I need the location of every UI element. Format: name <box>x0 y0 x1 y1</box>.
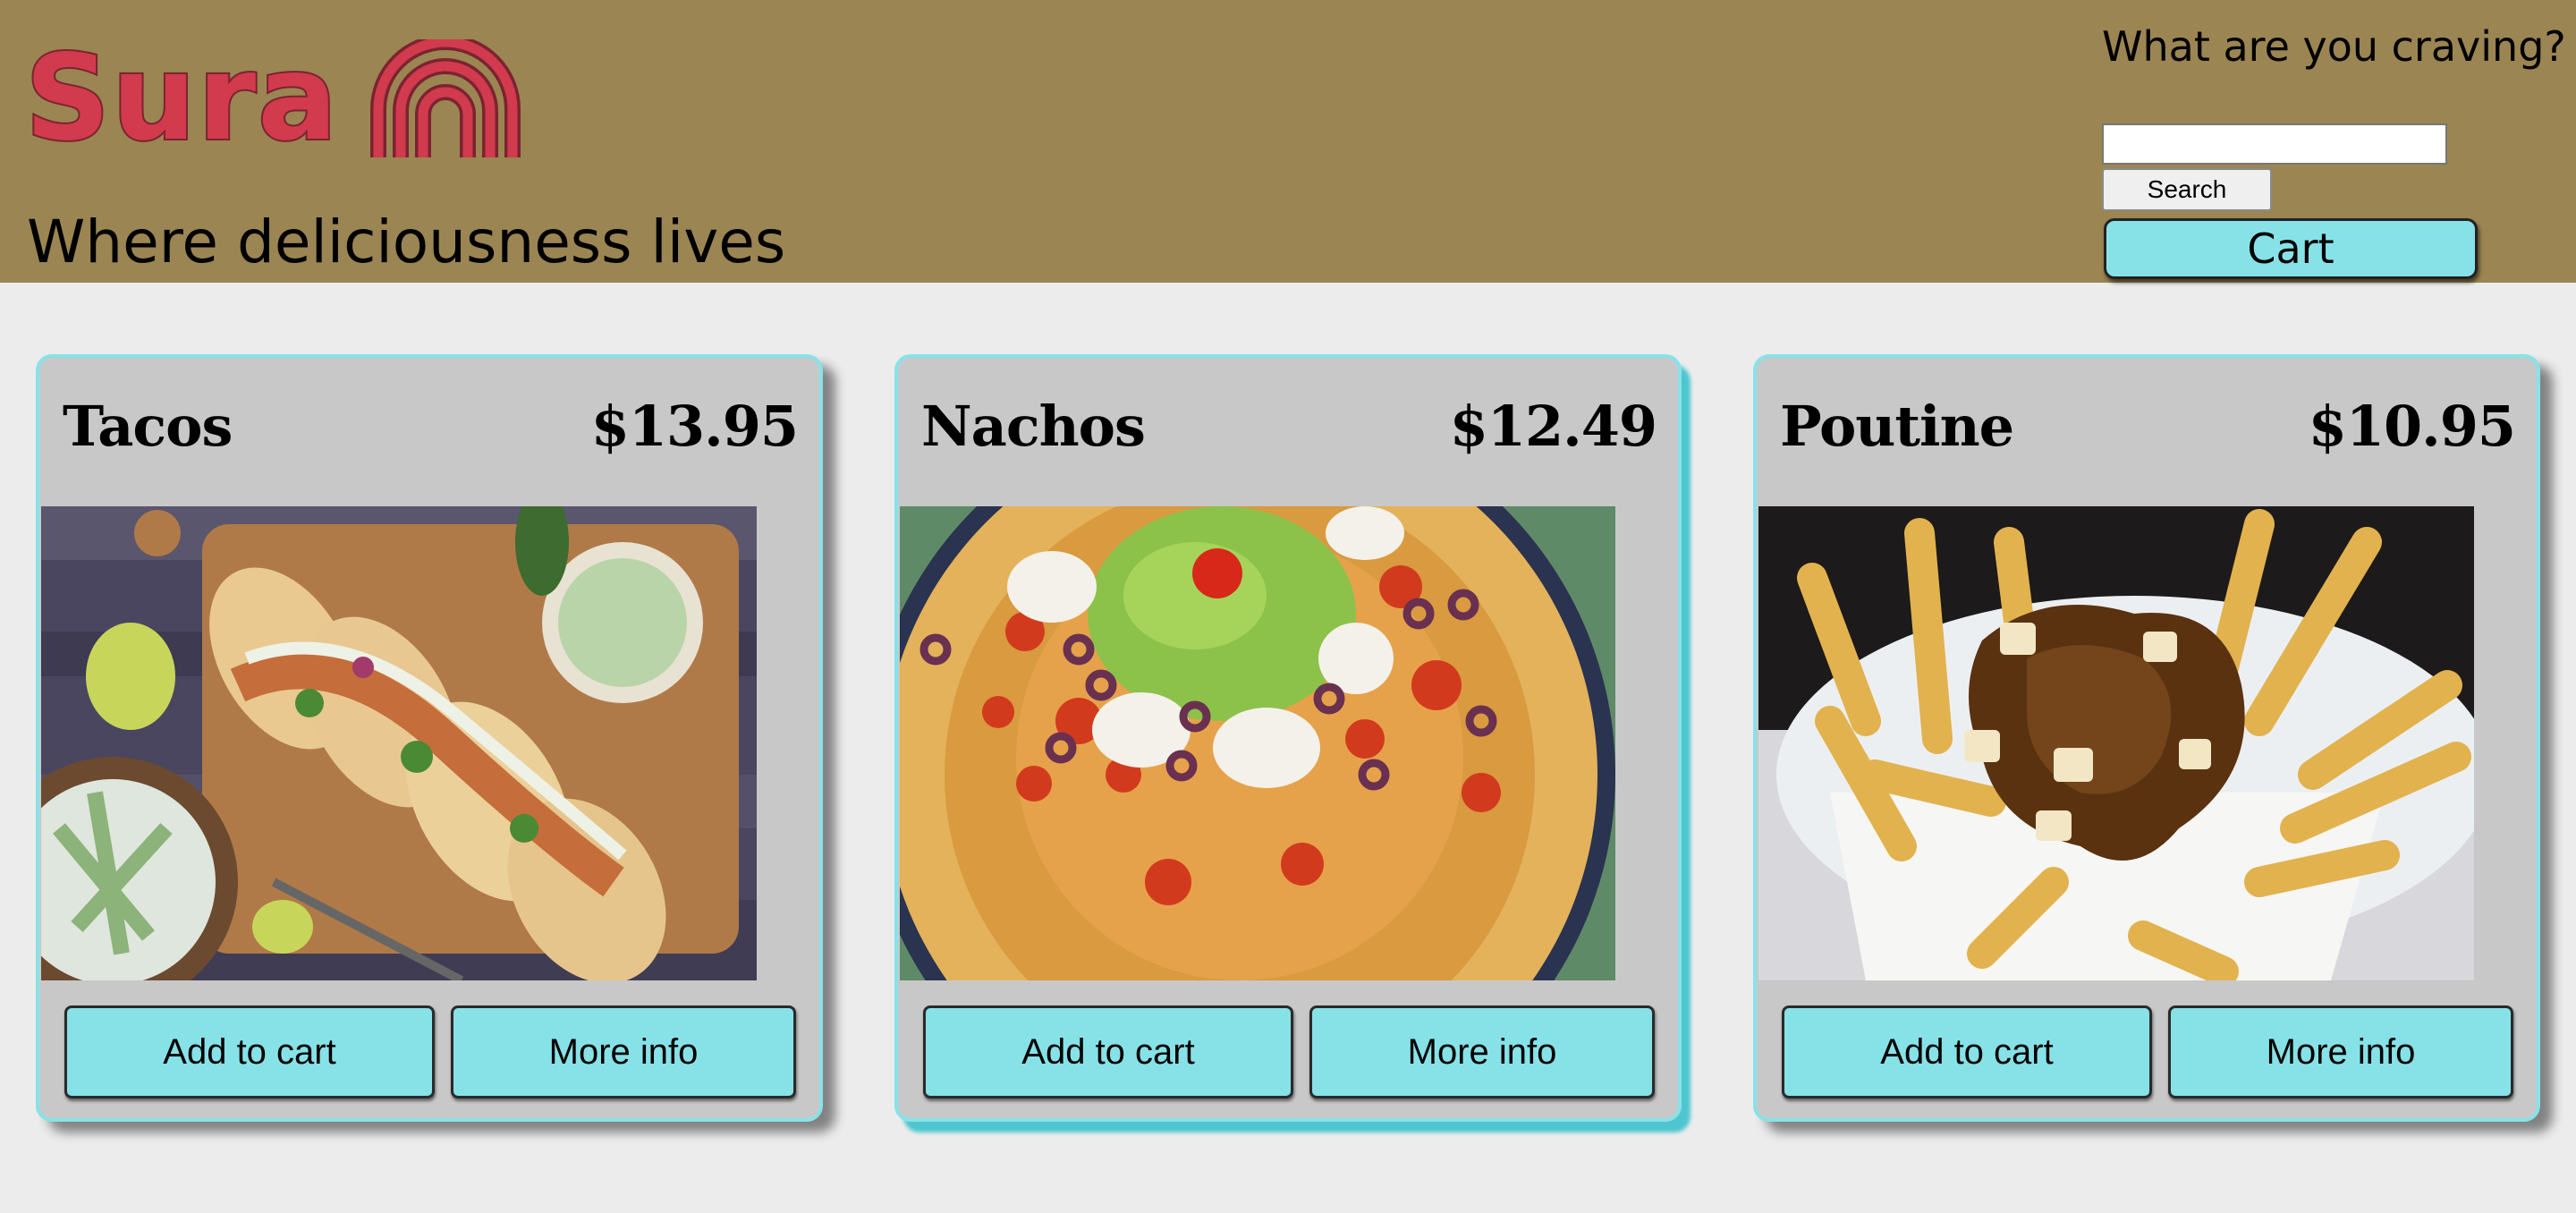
site-header: Sura Where deliciousness lives What are … <box>0 0 2576 283</box>
cart-button[interactable]: Cart <box>2104 218 2478 279</box>
more-info-button[interactable]: More info <box>451 1005 796 1098</box>
add-to-cart-button[interactable]: Add to cart <box>923 1005 1293 1098</box>
logo-text: Sura <box>23 30 340 167</box>
more-info-button[interactable]: More info <box>1309 1005 1655 1098</box>
menu-card-poutine: Poutine $10.95 Add to cart More info <box>1753 354 2540 1122</box>
item-name: Tacos <box>63 394 233 459</box>
add-to-cart-button[interactable]: Add to cart <box>64 1005 435 1098</box>
item-price: $13.95 <box>590 394 799 459</box>
search-prompt: What are you craving? <box>2102 22 2566 71</box>
more-info-button[interactable]: More info <box>2168 1005 2513 1098</box>
menu-card-tacos: Tacos $13.95 Add to cart More info <box>36 354 823 1122</box>
search-input[interactable] <box>2102 123 2447 165</box>
poutine-image[interactable] <box>1758 506 2474 980</box>
item-price: $10.95 <box>2308 394 2516 459</box>
brand-logo[interactable]: Sura <box>23 30 521 167</box>
add-to-cart-button[interactable]: Add to cart <box>1782 1005 2152 1098</box>
item-price: $12.49 <box>1449 394 1657 459</box>
nachos-image[interactable] <box>900 506 1615 980</box>
item-name: Poutine <box>1780 394 2014 459</box>
tacos-image[interactable] <box>41 506 757 980</box>
tagline: Where deliciousness lives <box>27 208 786 276</box>
rainbow-logo-icon <box>370 39 521 157</box>
menu-card-nachos: Nachos $12.49 Add to cart More info <box>894 354 1682 1122</box>
item-name: Nachos <box>921 394 1146 459</box>
search-button[interactable]: Search <box>2102 168 2272 211</box>
